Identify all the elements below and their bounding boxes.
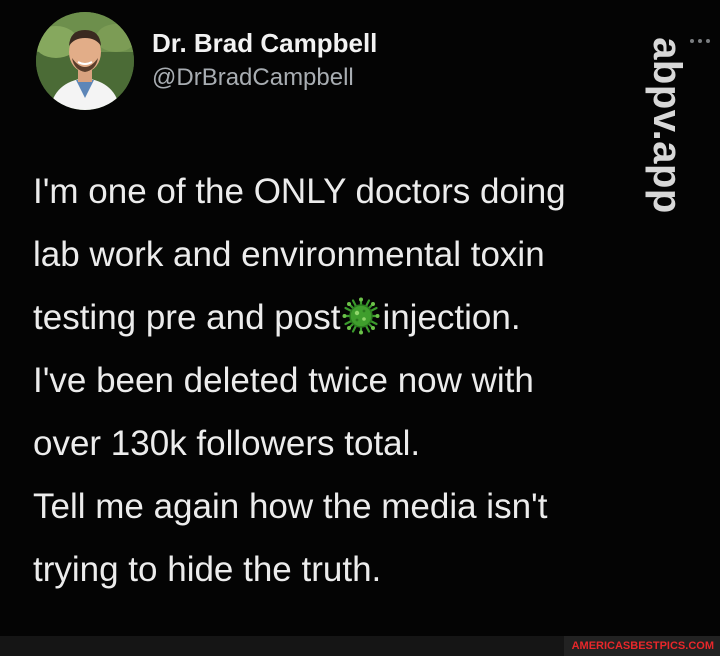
tweet-body: I'm one of the ONLY doctors doing lab wo… bbox=[33, 160, 673, 601]
tweet-line: testing pre and post injection. bbox=[33, 286, 673, 349]
site-watermark-text: AMERICASBESTPICS.COM bbox=[571, 640, 714, 652]
user-handle[interactable]: @DrBradCampbell bbox=[152, 64, 354, 92]
tweet-line: lab work and environmental toxin bbox=[33, 235, 545, 274]
tweet-line: I've been deleted twice now with bbox=[33, 361, 534, 400]
avatar[interactable] bbox=[36, 12, 134, 110]
display-name[interactable]: Dr. Brad Campbell bbox=[152, 28, 377, 59]
tweet-line: Tell me again how the media isn't bbox=[33, 487, 548, 526]
tweet-card: Dr. Brad Campbell @DrBradCampbell I'm on… bbox=[0, 0, 720, 636]
tweet-line-part: injection. bbox=[382, 298, 521, 337]
tweet-line: I'm one of the ONLY doctors doing bbox=[33, 172, 566, 211]
tweet-line-part: testing pre and post bbox=[33, 298, 341, 337]
site-watermark[interactable]: AMERICASBESTPICS.COM bbox=[563, 636, 720, 656]
watermark: abpv.app bbox=[636, 28, 696, 222]
watermark-text: abpv.app bbox=[644, 36, 689, 214]
tweet-line: trying to hide the truth. bbox=[33, 550, 382, 589]
tweet-line: over 130k followers total. bbox=[33, 424, 421, 463]
avatar-image bbox=[36, 12, 134, 110]
virus-emoji-icon bbox=[342, 292, 380, 335]
